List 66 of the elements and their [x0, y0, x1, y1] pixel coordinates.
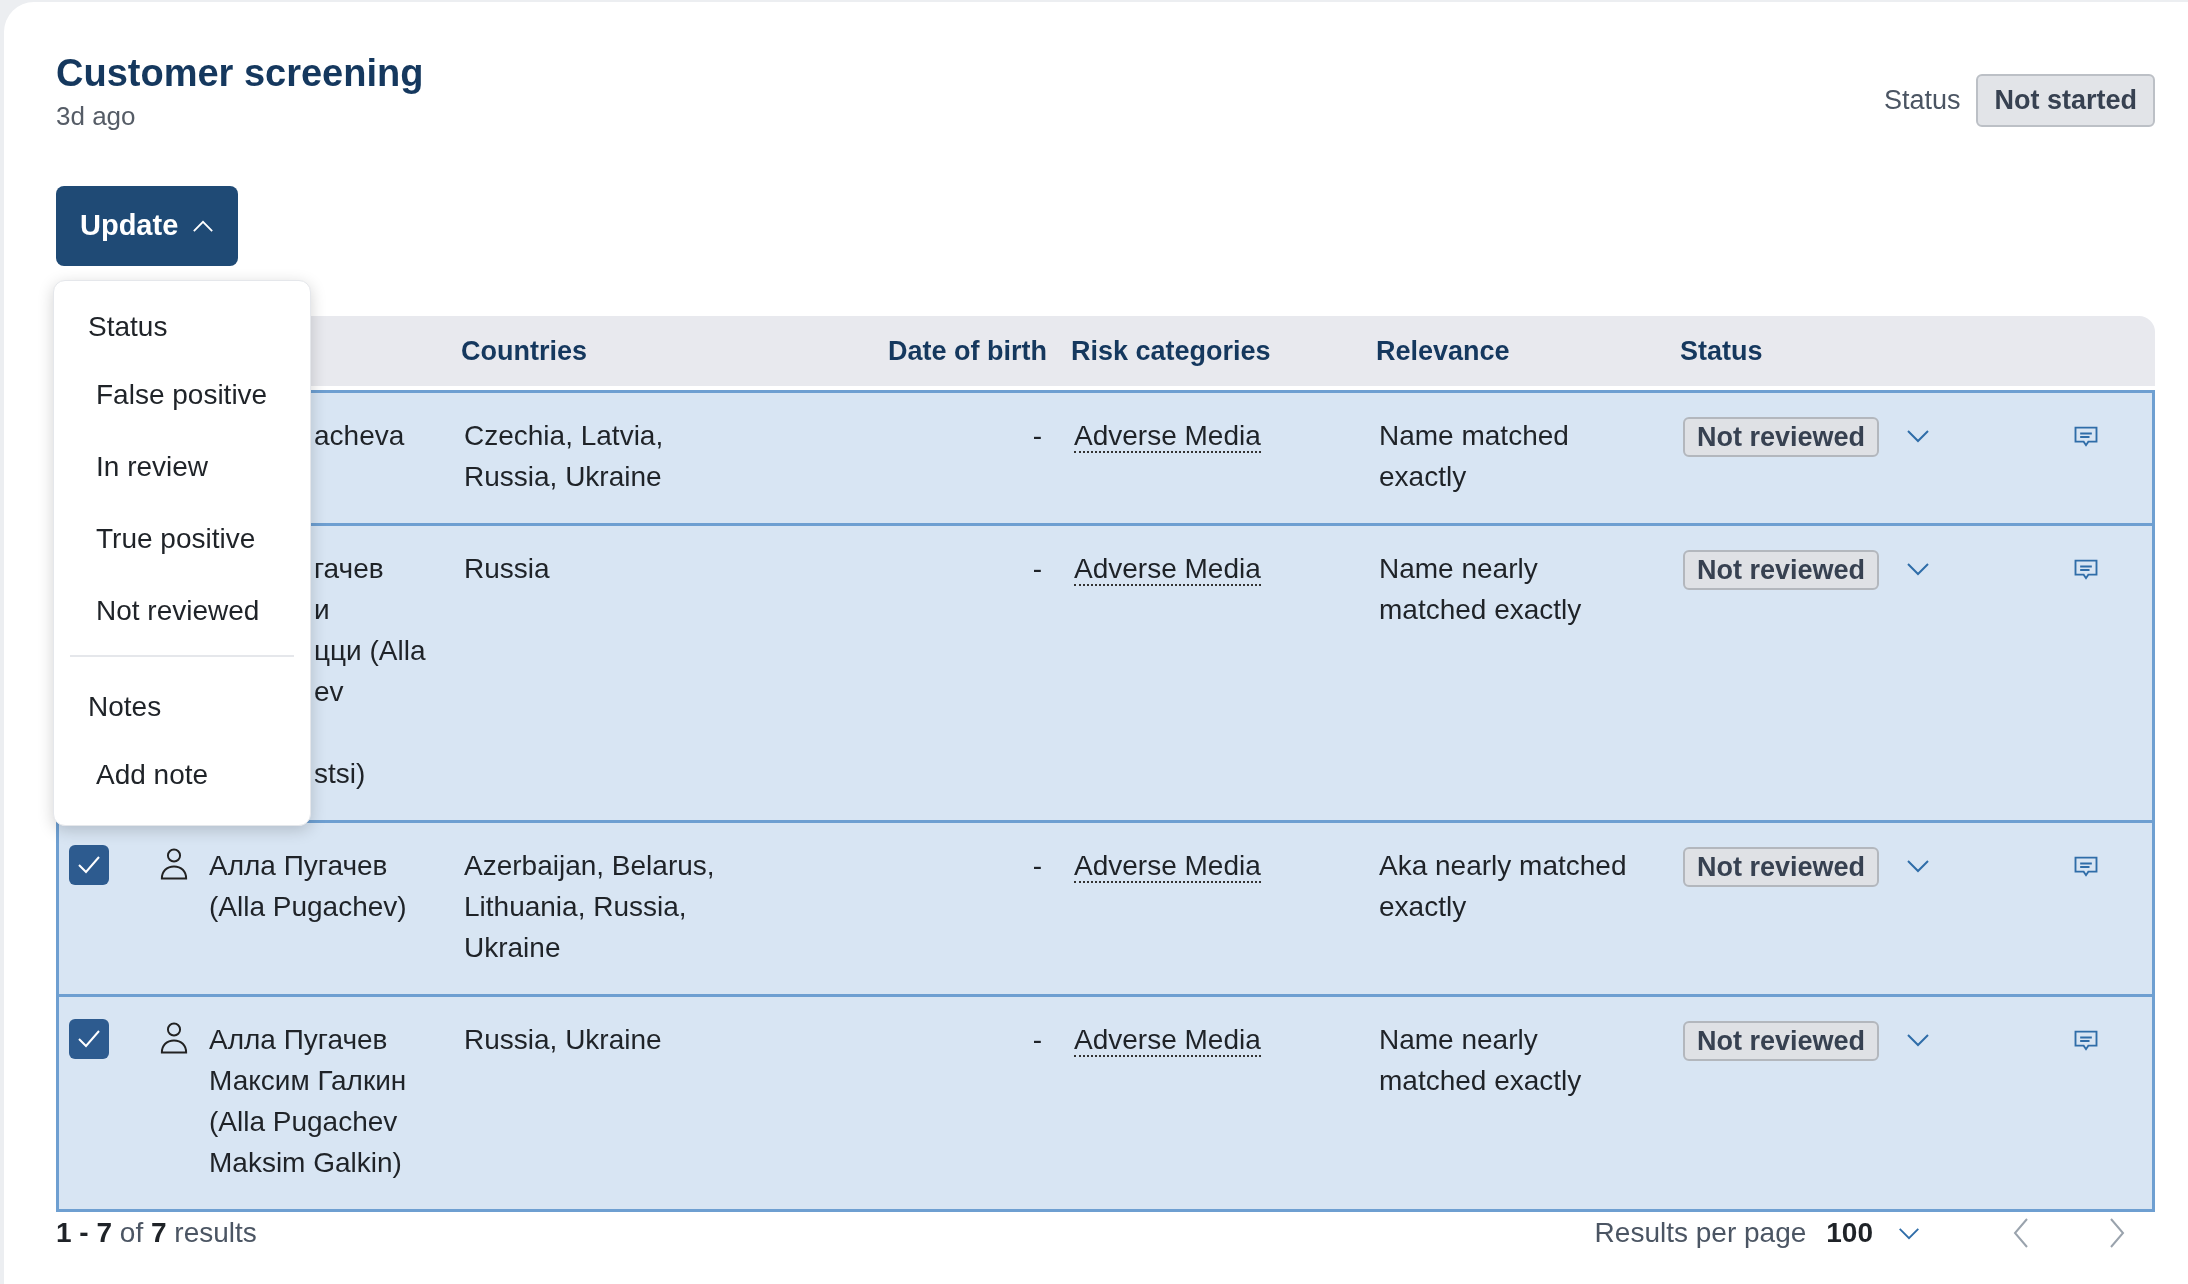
menu-item[interactable]: Add note: [70, 739, 294, 811]
column-header: Relevance: [1376, 334, 1511, 368]
relevance-cell-text: Name matched exactly: [1379, 419, 1570, 494]
name-text: цци (Alla: [314, 634, 427, 668]
chevron-down-icon: [1905, 1033, 1932, 1047]
check-icon: [77, 855, 101, 875]
column-header: Countries: [461, 334, 588, 368]
column-header: Date of birth: [888, 334, 1048, 368]
review-status-badge: Not reviewed: [1683, 847, 1880, 887]
person-icon: [159, 1021, 189, 1055]
chevron-down-icon: [1905, 562, 1932, 576]
relevance-cell-text: Name nearly matched exactly: [1379, 1023, 1583, 1098]
page-title: Customer screening: [56, 51, 424, 96]
birth-date-cell-text: -: [1032, 849, 1043, 883]
chevron-down-icon: [1905, 859, 1932, 873]
name-text: Maksim Galkin): [209, 1146, 403, 1180]
previous-page-icon[interactable]: [2013, 1217, 2029, 1249]
chevron-up-icon: [192, 219, 215, 233]
chevron-down-icon: [1897, 1226, 1921, 1240]
per-page-select[interactable]: 100: [1826, 1212, 1921, 1254]
table-row[interactable]: Алла Пугачев (Alla Pugachev) Azerbaijan, Belarus, Lithuania, Russia, Ukraine - Adverse Media Aka nearly matched exactly Not reviewed: [56, 823, 2155, 997]
relevance-cell-text: Aka nearly matched exactly: [1379, 849, 1628, 924]
status-badge: Not started: [1976, 74, 2155, 127]
countries-cell-text: Russia, Ukraine: [464, 1023, 663, 1057]
menu-heading: Notes: [87, 690, 163, 724]
per-page-label: Results per page: [1594, 1216, 1807, 1250]
name-text: ev: [314, 675, 345, 709]
name-text: гачев: [314, 552, 385, 586]
review-status-badge: Not reviewed: [1683, 1021, 1880, 1061]
update-button[interactable]: Update: [56, 186, 239, 266]
timestamp: 3d ago: [56, 100, 137, 133]
next-page-icon[interactable]: [2109, 1217, 2125, 1249]
name-text: Алла Пугачев: [209, 1023, 389, 1057]
review-status-badge: Not reviewed: [1683, 417, 1880, 457]
name-text: stsi): [314, 757, 367, 791]
birth-date-cell-text: -: [1032, 552, 1043, 586]
name-text: и: [314, 593, 331, 627]
table-row[interactable]: Алла Пугачев Максим Галкин (Alla Pugachev Maksim Galkin) Russia, Ukraine - Adverse Media Name nearly matched exactly Not reviewed: [56, 997, 2155, 1212]
name-text: acheva: [314, 419, 406, 453]
relevance-cell-text: Name nearly matched exactly: [1379, 552, 1583, 627]
results-count: 1 - 7 of 7 results: [56, 1216, 257, 1250]
menu-heading: Status: [87, 310, 169, 344]
review-status-badge: Not reviewed: [1683, 550, 1880, 590]
status-label: Status: [1883, 84, 1961, 117]
risk-category-link[interactable]: Adverse Media: [1074, 553, 1261, 586]
name-text: (Alla Pugachev): [209, 890, 408, 924]
name-text: Максим Галкин: [209, 1064, 408, 1098]
chevron-down-icon: [1905, 429, 1932, 443]
risk-category-link[interactable]: Adverse Media: [1074, 1024, 1261, 1057]
name-text: Алла Пугачев: [209, 849, 389, 883]
check-icon: [77, 1029, 101, 1049]
risk-category-link[interactable]: Adverse Media: [1074, 420, 1261, 453]
risk-category-link[interactable]: Adverse Media: [1074, 850, 1261, 883]
countries-cell-text: Russia: [464, 552, 551, 586]
row-checkbox[interactable]: [69, 1019, 109, 1059]
column-header: Risk categories: [1071, 334, 1272, 368]
row-checkbox[interactable]: [69, 845, 109, 885]
birth-date-cell-text: -: [1032, 419, 1043, 453]
person-icon: [159, 847, 189, 881]
birth-date-cell-text: -: [1032, 1023, 1043, 1057]
countries-cell-text: Azerbaijan, Belarus, Lithuania, Russia, Ukraine: [464, 849, 716, 965]
menu-item[interactable]: In review: [70, 431, 294, 503]
column-header: Status: [1680, 334, 1764, 368]
countries-cell-text: Czechia, Latvia, Russia, Ukraine: [464, 419, 665, 494]
menu-item[interactable]: Not reviewed: [70, 575, 294, 647]
name-text: (Alla Pugachev: [209, 1105, 399, 1139]
